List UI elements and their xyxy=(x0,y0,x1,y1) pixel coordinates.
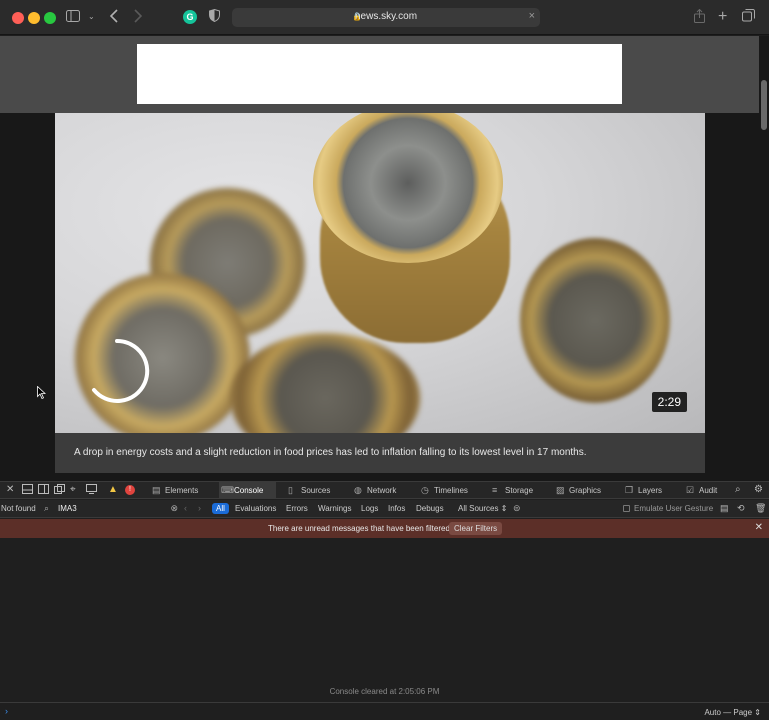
caption-text: A drop in energy costs and a slight redu… xyxy=(74,447,587,458)
coin-image xyxy=(230,333,420,433)
advert-band xyxy=(0,36,759,113)
minimize-window-button[interactable] xyxy=(28,12,40,24)
grammarly-extension-icon[interactable]: G xyxy=(183,10,197,24)
gear-icon[interactable]: ⚙ xyxy=(754,484,763,495)
tab-overview-icon[interactable] xyxy=(742,9,755,25)
advert-slot[interactable] xyxy=(137,44,622,104)
execution-context-value: Auto — Page xyxy=(704,708,753,717)
maximize-window-button[interactable] xyxy=(44,12,56,24)
dock-side-icon[interactable] xyxy=(38,484,49,497)
level-evaluations-button[interactable]: Evaluations xyxy=(231,503,280,514)
network-icon: ◍ xyxy=(354,485,362,495)
close-inspector-icon[interactable]: ✕ xyxy=(6,484,14,495)
tab-label: Sources xyxy=(301,486,331,495)
reload-icon[interactable]: ⟲ xyxy=(737,503,745,514)
next-match-icon[interactable]: › xyxy=(198,503,201,513)
mouse-pointer-icon xyxy=(37,385,47,402)
tab-graphics[interactable]: ▨ Graphics xyxy=(554,482,614,499)
browser-toolbar: ⌄ G 🔒 news.sky.com × + xyxy=(0,0,769,35)
timelines-icon: ◷ xyxy=(421,485,429,495)
tab-network[interactable]: ◍ Network xyxy=(352,482,410,499)
filter-search-icon: ⌕ xyxy=(44,503,50,513)
prompt-caret-icon: › xyxy=(5,706,8,716)
search-result-status: Not found xyxy=(1,504,36,513)
graphics-icon: ▨ xyxy=(556,485,565,495)
loading-spinner-icon xyxy=(92,338,150,403)
level-all-button[interactable]: All xyxy=(212,503,229,514)
url-text: news.sky.com xyxy=(354,11,418,22)
preserve-log-icon[interactable]: ▤ xyxy=(720,503,729,514)
inspector-tab-bar: ✕ ⌖ ▲ ! ▤ Elements ⌨ Console ▯ Sources ◍ Net… xyxy=(0,482,769,499)
chevron-down-icon[interactable]: ⌄ xyxy=(88,9,95,25)
dock-bottom-icon[interactable] xyxy=(22,484,33,497)
console-prompt[interactable]: › Auto — Page ⇕ xyxy=(0,702,769,720)
emulate-gesture-label: Emulate User Gesture xyxy=(634,504,714,513)
warning-icon[interactable]: ▲ xyxy=(108,484,118,495)
filtered-messages-banner: There are unread messages that have been… xyxy=(0,519,769,538)
sources-select-value: All Sources xyxy=(458,504,499,513)
error-badge-icon[interactable]: ! xyxy=(125,485,135,495)
tab-label: Layers xyxy=(638,486,663,495)
coin-image xyxy=(520,238,670,403)
filter-input[interactable]: ⌕ IMA3 ⊗ xyxy=(42,502,180,515)
address-bar[interactable]: 🔒 news.sky.com × xyxy=(232,8,540,27)
tab-label: Console xyxy=(234,486,264,495)
sources-select[interactable]: All Sources ⇕ xyxy=(458,504,507,513)
elements-icon: ▤ xyxy=(152,485,161,495)
console-filter-bar: Not found ⌕ IMA3 ⊗ ‹ › All Evaluations E… xyxy=(0,500,769,518)
level-logs-button[interactable]: Logs xyxy=(357,503,382,514)
layers-icon: ❐ xyxy=(625,485,634,495)
undock-icon[interactable] xyxy=(54,484,65,497)
filter-query: IMA3 xyxy=(58,504,77,513)
banner-message: There are unread messages that have been… xyxy=(268,524,450,533)
privacy-shield-icon[interactable] xyxy=(209,8,220,25)
tab-label: Network xyxy=(367,486,397,495)
page-scrollbar[interactable] xyxy=(761,80,767,130)
execution-context-select[interactable]: Auto — Page ⇕ xyxy=(704,708,761,717)
clear-url-icon[interactable]: × xyxy=(529,10,535,22)
video-caption: A drop in energy costs and a slight redu… xyxy=(55,433,705,473)
level-errors-button[interactable]: Errors xyxy=(282,503,312,514)
level-infos-button[interactable]: Infos xyxy=(384,503,409,514)
storage-icon: ≡ xyxy=(492,485,498,495)
tab-label: Storage xyxy=(505,486,534,495)
close-icon[interactable]: ✕ xyxy=(755,522,763,533)
level-warnings-button[interactable]: Warnings xyxy=(314,503,356,514)
video-duration-badge: 2:29 xyxy=(651,392,687,412)
element-selection-icon[interactable]: ⌖ xyxy=(70,484,76,495)
clear-filter-icon[interactable]: ⊗ xyxy=(170,503,178,514)
tab-storage[interactable]: ≡ Storage xyxy=(490,482,546,499)
tab-sources[interactable]: ▯ Sources xyxy=(286,482,344,499)
sidebar-toggle-icon[interactable] xyxy=(66,9,80,25)
web-inspector: ✕ ⌖ ▲ ! ▤ Elements ⌨ Console ▯ Sources ◍ Net… xyxy=(0,481,769,720)
tab-label: Audit xyxy=(699,486,718,495)
forward-arrow-icon[interactable] xyxy=(134,9,143,25)
emulate-gesture-checkbox[interactable] xyxy=(623,505,630,512)
trash-icon[interactable]: 🗑 xyxy=(755,503,766,514)
tab-audit[interactable]: ☑ Audit xyxy=(684,482,730,499)
tab-label: Graphics xyxy=(569,486,602,495)
console-cleared-message: Console cleared at 2:05:06 PM xyxy=(329,687,440,696)
clear-filters-button[interactable]: Clear Filters xyxy=(449,522,503,535)
level-debugs-button[interactable]: Debugs xyxy=(412,503,448,514)
audit-icon: ☑ xyxy=(686,485,695,495)
tab-elements[interactable]: ▤ Elements xyxy=(150,482,210,499)
console-icon: ⌨ xyxy=(221,485,234,495)
tab-label: Elements xyxy=(165,486,199,495)
tab-timelines[interactable]: ◷ Timelines xyxy=(419,482,481,499)
close-window-button[interactable] xyxy=(12,12,24,24)
tab-console[interactable]: ⌨ Console xyxy=(219,482,276,499)
video-player[interactable]: 2:29 xyxy=(55,113,705,433)
new-tab-icon[interactable]: + xyxy=(718,9,727,25)
back-arrow-icon[interactable] xyxy=(109,9,118,25)
device-settings-icon[interactable] xyxy=(86,484,97,497)
web-page: 2:29 A drop in energy costs and a slight… xyxy=(0,36,769,481)
filter-options-icon[interactable]: ⊜ xyxy=(513,503,521,514)
tab-layers[interactable]: ❐ Layers xyxy=(623,482,673,499)
search-icon[interactable]: ⌕ xyxy=(735,484,741,495)
share-icon[interactable] xyxy=(694,8,705,25)
previous-match-icon[interactable]: ‹ xyxy=(184,503,187,513)
sources-icon: ▯ xyxy=(288,485,293,495)
tab-label: Timelines xyxy=(434,486,468,495)
